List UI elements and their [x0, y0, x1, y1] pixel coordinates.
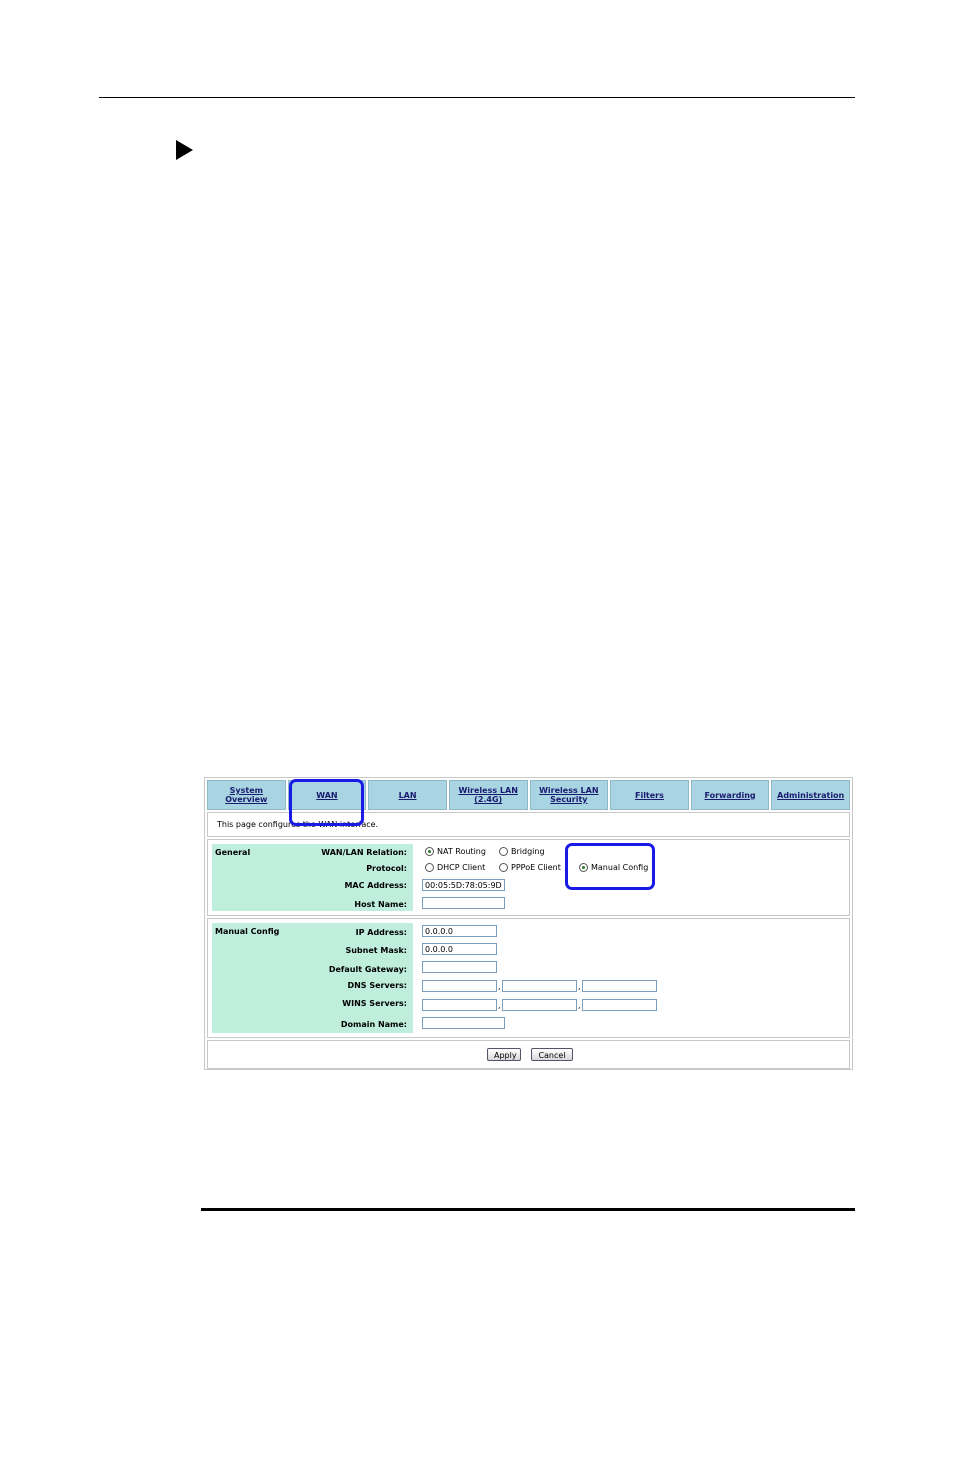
top-rule — [99, 97, 855, 98]
tab-system-overview[interactable]: System Overview — [207, 780, 286, 810]
radio-unselected-icon — [499, 847, 508, 856]
subnet-mask-label: Subnet Mask: — [345, 946, 407, 955]
wins-separator: , — [498, 1001, 501, 1010]
tab-bar: System Overview WAN LAN Wireless LAN (2.… — [207, 780, 850, 810]
actions-section: Apply Cancel — [207, 1040, 850, 1069]
host-name-field[interactable] — [422, 897, 505, 909]
cancel-button[interactable]: Cancel — [531, 1048, 573, 1061]
default-gateway-label: Default Gateway: — [328, 965, 407, 974]
mac-address-field[interactable]: 00:05:5D:78:05:9D — [422, 879, 505, 891]
wan-lan-relation-label: WAN/LAN Relation: — [321, 848, 407, 857]
wins-separator: , — [578, 1001, 581, 1010]
dns-separator: , — [498, 982, 501, 991]
host-name-label: Host Name: — [354, 900, 407, 909]
tab-forwarding[interactable]: Forwarding — [690, 780, 770, 810]
dns-server-2-field[interactable] — [502, 980, 577, 992]
dns-servers-label: DNS Servers: — [347, 981, 407, 990]
general-label-panel: General WAN/LAN Relation: Protocol: MAC … — [212, 844, 413, 911]
apply-button[interactable]: Apply — [487, 1048, 521, 1061]
manual-config-section: Manual Config IP Address: Subnet Mask: D… — [207, 918, 850, 1038]
dns-separator: , — [578, 982, 581, 991]
dns-server-1-field[interactable] — [422, 980, 497, 992]
domain-name-label: Domain Name: — [340, 1020, 407, 1029]
manual-config-title: Manual Config — [215, 927, 280, 936]
mac-address-label: MAC Address: — [344, 881, 407, 890]
tab-wireless-lan[interactable]: Wireless LAN (2.4G) — [448, 780, 528, 810]
wins-server-2-field[interactable] — [502, 999, 577, 1011]
manual-label-panel: Manual Config IP Address: Subnet Mask: D… — [212, 923, 413, 1033]
domain-name-field[interactable] — [422, 1017, 505, 1029]
bottom-rule — [201, 1208, 855, 1211]
radio-unselected-icon — [499, 863, 508, 872]
ip-address-field[interactable]: 0.0.0.0 — [422, 925, 497, 937]
tab-filters[interactable]: Filters — [610, 780, 689, 810]
general-title: General — [215, 848, 251, 857]
radio-selected-icon — [579, 863, 588, 872]
description-section: This page configures the WAN interface. — [207, 812, 850, 837]
radio-manual-config[interactable]: Manual Config — [579, 863, 648, 872]
wins-servers-label: WINS Servers: — [342, 999, 407, 1008]
radio-dhcp-client[interactable]: DHCP Client — [425, 863, 485, 872]
general-section: General WAN/LAN Relation: Protocol: MAC … — [207, 839, 850, 916]
radio-unselected-icon — [425, 863, 434, 872]
tab-administration[interactable]: Administration — [771, 780, 850, 810]
tab-lan[interactable]: LAN — [368, 780, 447, 810]
subnet-mask-field[interactable]: 0.0.0.0 — [422, 943, 497, 955]
router-config-screenshot: System Overview WAN LAN Wireless LAN (2.… — [204, 777, 853, 1070]
tab-wireless-security[interactable]: Wireless LAN Security — [529, 780, 609, 810]
radio-pppoe-client[interactable]: PPPoE Client — [499, 863, 561, 872]
wins-server-1-field[interactable] — [422, 999, 497, 1011]
protocol-label: Protocol: — [366, 864, 407, 873]
tab-wan[interactable]: WAN — [287, 780, 367, 810]
ip-address-label: IP Address: — [355, 928, 407, 937]
radio-nat-routing[interactable]: NAT Routing — [425, 847, 486, 856]
radio-bridging[interactable]: Bridging — [499, 847, 545, 856]
bullet-arrow-icon — [176, 140, 193, 160]
default-gateway-field[interactable] — [422, 961, 497, 973]
page-description: This page configures the WAN interface. — [217, 820, 379, 829]
radio-selected-icon — [425, 847, 434, 856]
wins-server-3-field[interactable] — [582, 999, 657, 1011]
dns-server-3-field[interactable] — [582, 980, 657, 992]
